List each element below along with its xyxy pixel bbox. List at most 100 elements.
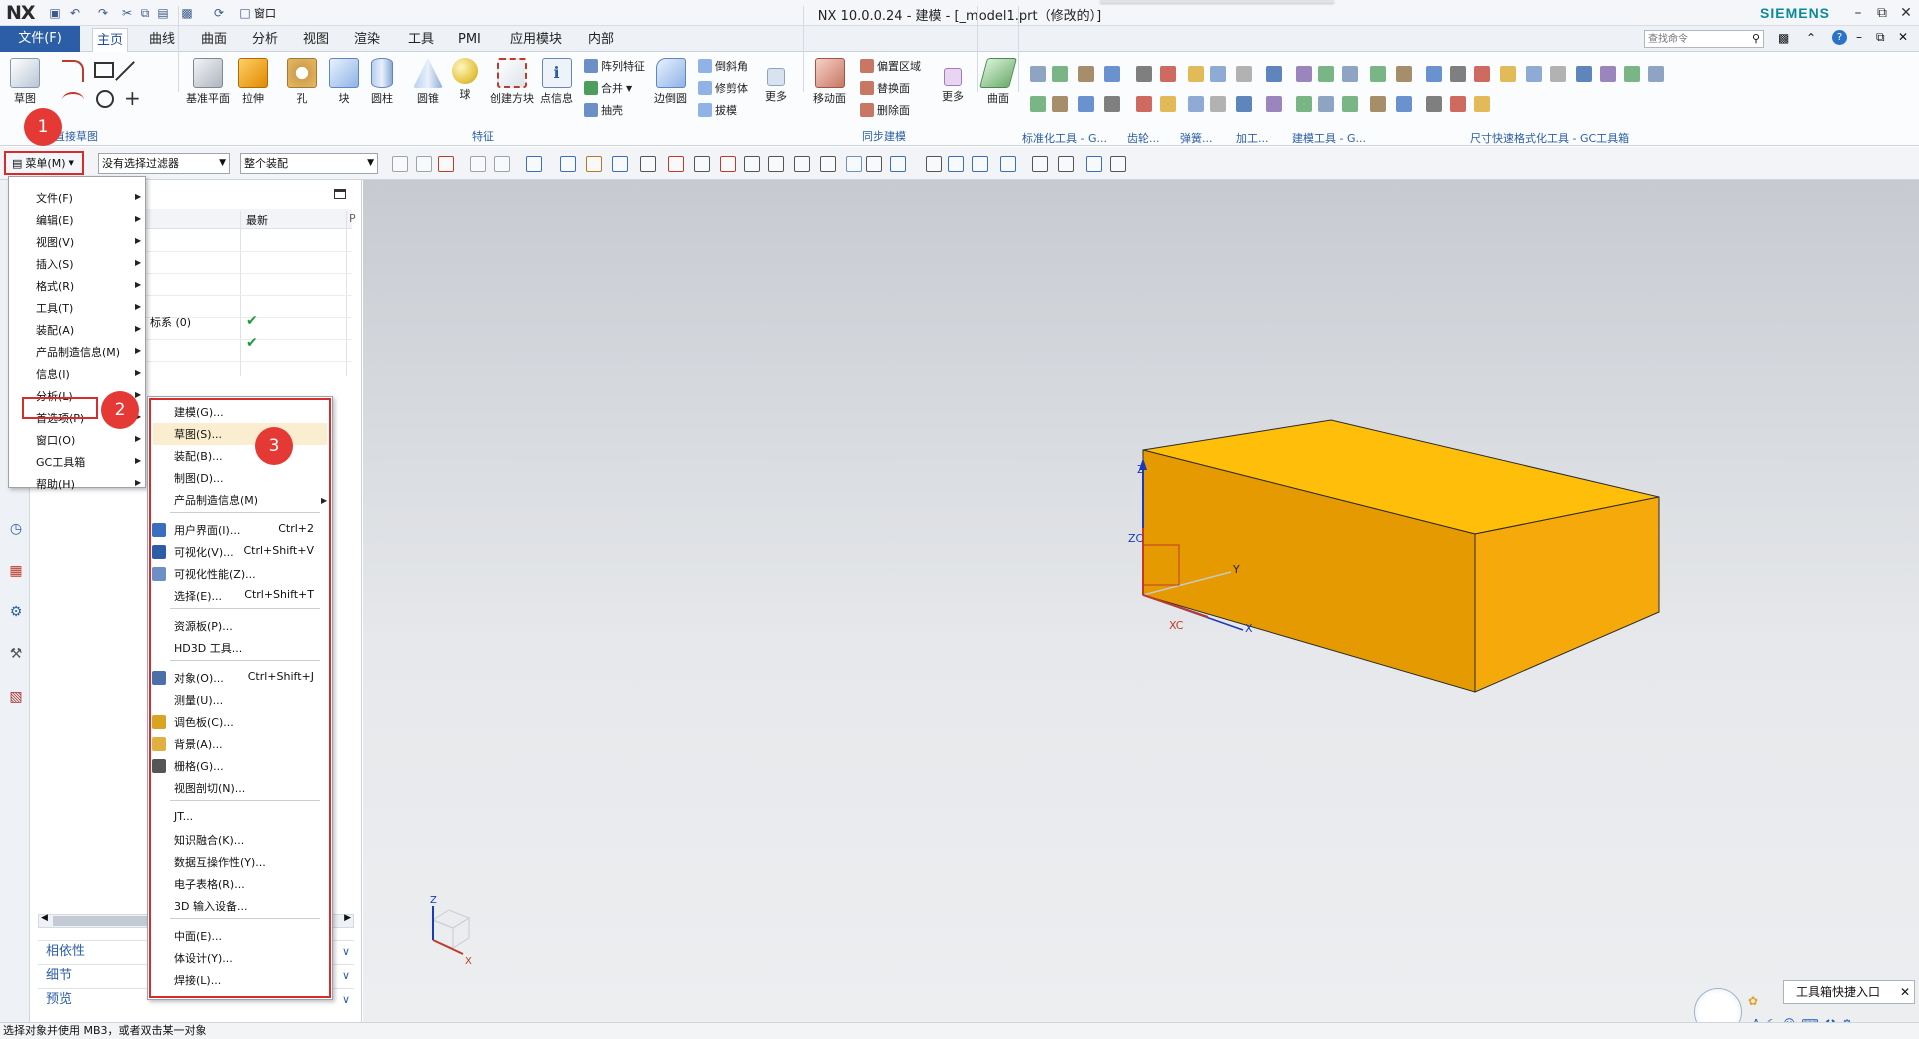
preferences-item[interactable]: 资源板(P)... [174, 618, 233, 634]
preferences-item[interactable]: HD3D 工具... [174, 640, 242, 656]
gc-tool-icon[interactable] [1136, 66, 1152, 82]
gc-tool-icon[interactable] [1030, 96, 1046, 112]
main-menu-item[interactable]: 产品制造信息(M) [36, 344, 120, 360]
toolbar-tool-icon[interactable] [560, 156, 576, 172]
main-menu-item[interactable]: 格式(R) [36, 278, 74, 294]
gc-tool-icon[interactable] [1104, 66, 1120, 82]
main-menu-item[interactable]: GC工具箱 [36, 454, 85, 470]
toolbar-tool-icon[interactable] [820, 156, 836, 172]
search-icon[interactable]: ⚲ [1752, 32, 1760, 45]
main-menu-item[interactable]: 信息(I) [36, 366, 70, 382]
main-menu-item[interactable]: 文件(F) [36, 190, 73, 206]
trim-body-button[interactable]: 修剪体 [698, 80, 748, 96]
file-tab[interactable]: 文件(F) [0, 26, 80, 52]
surface-button[interactable]: 曲面 [978, 58, 1018, 106]
toolbar-tool-icon[interactable] [890, 156, 906, 172]
scroll-left-icon[interactable]: ◀ [41, 913, 48, 923]
chamfer-button[interactable]: 倒斜角 [698, 58, 748, 74]
palette-icon[interactable]: ▦ [7, 562, 25, 580]
toolbar-tool-icon[interactable] [1000, 156, 1016, 172]
rectangle-icon[interactable] [94, 62, 114, 78]
toolbar-tool-icon[interactable] [948, 156, 964, 172]
edge-blend-button[interactable]: 边倒圆 [654, 58, 687, 106]
main-menu-item[interactable]: 视图(V) [36, 234, 74, 250]
gc-tool-icon[interactable] [1266, 66, 1282, 82]
gc-tool-icon[interactable] [1474, 66, 1490, 82]
preferences-item[interactable]: 装配(B)... [174, 448, 223, 464]
toolbar-tool-icon[interactable] [720, 156, 736, 172]
toolbar-tool-icon[interactable] [526, 156, 542, 172]
create-box-button[interactable]: 创建方块 [490, 58, 534, 106]
cone-button[interactable]: 圆锥 [413, 58, 443, 106]
preferences-item[interactable]: 栅格(G)... [174, 758, 224, 774]
gc-tool-icon[interactable] [1210, 66, 1226, 82]
preferences-item[interactable]: 建模(G)... [174, 404, 224, 420]
preferences-item[interactable]: 视图剖切(N)... [174, 780, 245, 796]
restore-icon[interactable]: ⧉ [1872, 3, 1892, 23]
gc-tool-icon[interactable] [1104, 96, 1120, 112]
gc-tool-icon[interactable] [1600, 66, 1616, 82]
flower-icon[interactable]: ✿ [1748, 994, 1758, 1008]
preferences-item[interactable]: 3D 输入设备... [174, 898, 247, 914]
assembly-scope-dropdown[interactable]: 整个装配 ▼ [240, 153, 378, 174]
preferences-item[interactable]: 中面(E)... [174, 928, 222, 944]
tab-internal[interactable]: 内部 [584, 30, 618, 50]
gc-tool-icon[interactable] [1500, 66, 1516, 82]
assembly-nav-icon[interactable]: ⚙ [7, 603, 25, 621]
preferences-item[interactable]: 可视化(V)... [174, 544, 234, 560]
unite-dropdown-icon[interactable]: ▼ [626, 84, 632, 93]
preferences-item[interactable]: 体设计(Y)... [174, 950, 233, 966]
gc-tool-icon[interactable] [1318, 96, 1334, 112]
preferences-item[interactable]: 草图(S)... [174, 426, 222, 442]
tab-curve[interactable]: 曲线 [145, 30, 179, 50]
gc-tool-icon[interactable] [1296, 66, 1312, 82]
arc-icon[interactable] [62, 92, 84, 108]
preferences-item[interactable]: 焊接(L)... [174, 972, 221, 988]
gc-tool-icon[interactable] [1160, 96, 1176, 112]
gc-tool-icon[interactable] [1396, 66, 1412, 82]
doc-minimize-icon[interactable]: – [1856, 30, 1862, 44]
toolbar-tool-icon[interactable] [972, 156, 988, 172]
gc-tool-icon[interactable] [1030, 66, 1046, 82]
preferences-item[interactable]: 知识融合(K)... [174, 832, 244, 848]
preferences-item[interactable]: 制图(D)... [174, 470, 224, 486]
main-menu-item[interactable]: 编辑(E) [36, 212, 74, 228]
tab-pmi[interactable]: PMI [454, 30, 485, 50]
toolbar-tool-icon[interactable] [846, 156, 862, 172]
maximize-panel-icon[interactable] [334, 189, 346, 199]
toolbar-tool-icon[interactable] [744, 156, 760, 172]
gc-tool-icon[interactable] [1210, 96, 1226, 112]
minimize-icon[interactable]: – [1848, 3, 1868, 23]
toolbar-tool-icon[interactable] [768, 156, 784, 172]
toolbar-tool-icon[interactable] [668, 156, 684, 172]
command-search-box[interactable]: ⚲ [1644, 30, 1764, 48]
gc-tool-icon[interactable] [1236, 66, 1252, 82]
preferences-item[interactable]: 对象(O)... [174, 670, 224, 686]
toolbar-tool-icon[interactable] [438, 156, 454, 172]
collapse-ribbon-icon[interactable]: ⌃ [1806, 31, 1816, 45]
toolbar-tool-icon[interactable] [470, 156, 486, 172]
toolbar-tool-icon[interactable] [1086, 156, 1102, 172]
replace-face-button[interactable]: 替换面 [860, 80, 910, 96]
cylinder-button[interactable]: 圆柱 [371, 58, 393, 106]
gc-tool-icon[interactable] [1078, 96, 1094, 112]
gc-tool-icon[interactable] [1648, 66, 1664, 82]
navigator-row-label[interactable]: 标系 (0) [150, 314, 191, 330]
toolbar-tool-icon[interactable] [640, 156, 656, 172]
toolbar-tool-icon[interactable] [694, 156, 710, 172]
gc-tool-icon[interactable] [1370, 66, 1386, 82]
move-face-button[interactable]: 移动面 [813, 58, 846, 106]
pattern-feature-button[interactable]: 阵列特征 [584, 58, 645, 74]
gc-tool-icon[interactable] [1396, 96, 1412, 112]
gc-tool-icon[interactable] [1052, 66, 1068, 82]
toolbar-tool-icon[interactable] [866, 156, 882, 172]
toolbar-tool-icon[interactable] [392, 156, 408, 172]
sketch-button[interactable]: 草图 [10, 58, 40, 106]
preferences-item[interactable]: 产品制造信息(M) [174, 492, 258, 508]
toolbar-tool-icon[interactable] [926, 156, 942, 172]
toolbar-tool-icon[interactable] [1110, 156, 1126, 172]
preferences-item[interactable]: 可视化性能(Z)... [174, 566, 256, 582]
preferences-item[interactable]: 用户界面(I)... [174, 522, 240, 538]
offset-region-button[interactable]: 偏置区域 [860, 58, 921, 74]
doc-restore-icon[interactable]: ⧉ [1876, 30, 1885, 45]
